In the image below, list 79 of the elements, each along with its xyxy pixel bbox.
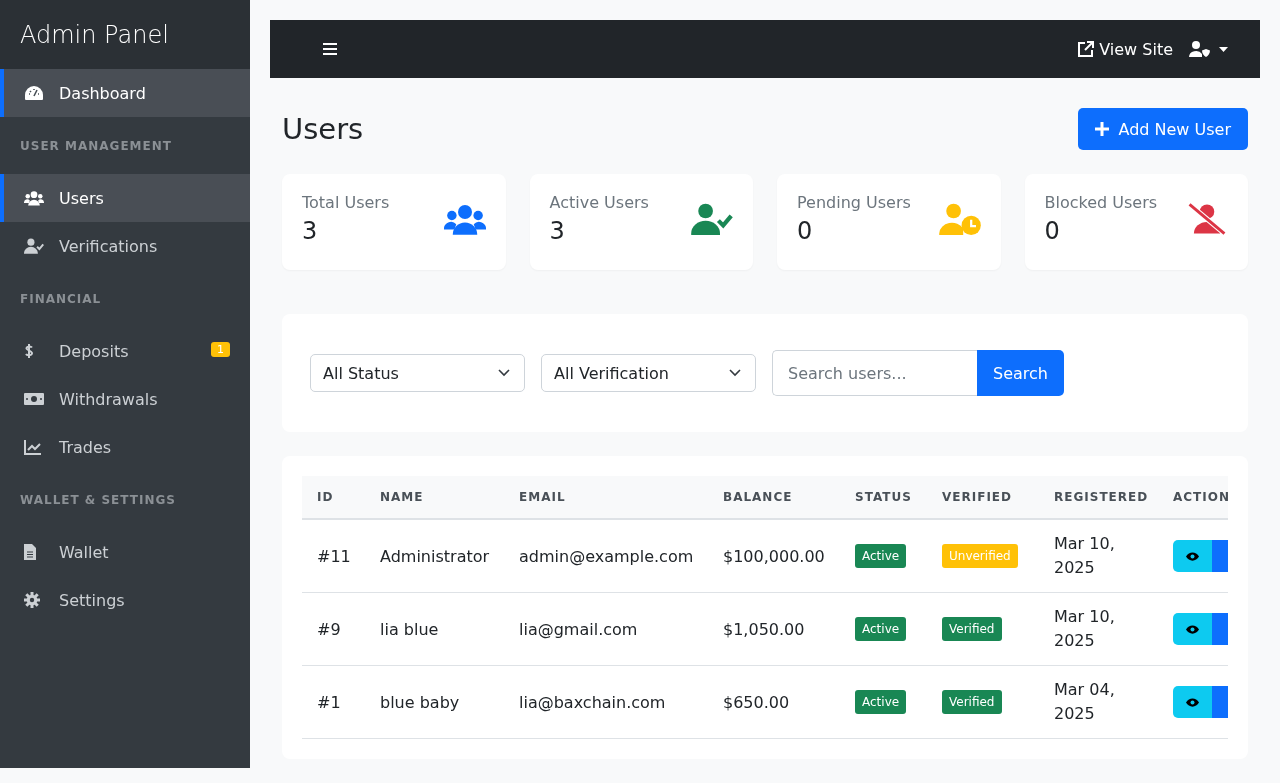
stat-label: Pending Users [797, 193, 911, 212]
column-header: STATUS [840, 476, 927, 519]
eye-icon [1186, 697, 1199, 707]
column-header: BALANCE [708, 476, 840, 519]
sidebar-item[interactable]: Withdrawals [0, 375, 250, 423]
table-cell: $650.00 [708, 665, 840, 739]
sidebar-title: Admin Panel [0, 0, 250, 69]
add-user-button[interactable]: Add New User [1078, 108, 1248, 150]
external-link-icon [1078, 41, 1095, 57]
eye-icon [1186, 624, 1199, 634]
table-cell: blue baby [365, 665, 504, 739]
view-button[interactable] [1173, 686, 1212, 718]
sidebar-item[interactable]: Settings [0, 576, 250, 624]
stat-label: Blocked Users [1044, 193, 1158, 212]
eye-icon [1186, 551, 1199, 561]
section-heading: USER MANAGEMENT [19, 137, 173, 155]
table-cell: admin@example.com [504, 519, 708, 593]
column-header: NAME [365, 476, 504, 519]
table-cell: lia@baxchain.com [504, 665, 708, 739]
column-header: REGISTERED [1039, 476, 1158, 519]
plus-icon [1095, 122, 1110, 136]
stat-label: Active Users [549, 193, 649, 212]
section-heading: WALLET & SETTINGS [19, 491, 177, 509]
table-cell: Mar 10, 2025 [1039, 519, 1158, 593]
chevron-down-icon [498, 369, 510, 377]
verification-badge: Verified [942, 690, 1002, 714]
table-cell: #11 [302, 519, 365, 593]
status-dropdown[interactable]: All Status [310, 354, 525, 392]
column-header: ID [302, 476, 365, 519]
status-badge: Active [855, 617, 907, 641]
sidebar-item[interactable]: Deposits 1 [0, 327, 250, 375]
stat-value: 0 [1044, 217, 1061, 245]
count-badge: 1 [211, 342, 230, 357]
table-cell: #9 [302, 592, 365, 666]
verification-dropdown[interactable]: All Verification [541, 354, 756, 392]
stat-label: Total Users [302, 193, 390, 212]
user-menu[interactable] [1189, 41, 1228, 57]
page-title: Users [282, 112, 364, 146]
column-header: EMAIL [504, 476, 708, 519]
table-cell: Administrator [365, 519, 504, 593]
view-button[interactable] [1173, 613, 1212, 645]
users-icon [24, 190, 44, 206]
caret-icon [1219, 46, 1228, 52]
stat-value: 3 [302, 217, 319, 245]
table-cell: #1 [302, 665, 365, 739]
column-header: ACTION [1158, 476, 1228, 519]
search-field[interactable]: Search users... [772, 350, 977, 396]
table-cell: lia@gmail.com [504, 592, 708, 666]
view-site-link[interactable]: View Site [1078, 39, 1173, 59]
sidebar-item[interactable]: Wallet [0, 528, 250, 576]
sidebar-item[interactable]: Verifications [0, 222, 250, 270]
table-cell: $1,050.00 [708, 592, 840, 666]
verification-badge: Unverified [942, 544, 1018, 568]
stat-value: 0 [797, 217, 814, 245]
table-cell: $100,000.00 [708, 519, 840, 593]
user-shield-icon [1189, 41, 1211, 57]
table-cell: Mar 10, 2025 [1039, 592, 1158, 666]
document-icon [24, 544, 36, 560]
menu-icon[interactable] [322, 42, 338, 56]
status-badge: Active [855, 544, 907, 568]
dollar-icon [24, 343, 34, 359]
section-heading: FINANCIAL [19, 290, 103, 308]
gauge-icon [24, 85, 44, 101]
table-cell: lia blue [365, 592, 504, 666]
banknote-icon [24, 392, 44, 406]
stat-value: 3 [549, 217, 566, 245]
chevron-down-icon [729, 369, 741, 377]
sidebar-item[interactable]: Users [0, 174, 250, 222]
user-check-icon [24, 238, 44, 254]
search-button[interactable]: Search [977, 350, 1064, 396]
sidebar-item[interactable]: Trades [0, 423, 250, 471]
view-button[interactable] [1173, 540, 1212, 572]
settings-icon [24, 592, 40, 608]
verification-badge: Verified [942, 617, 1002, 641]
column-header: VERIFIED [927, 476, 1039, 519]
line-chart-icon [24, 439, 42, 455]
status-badge: Active [855, 690, 907, 714]
sidebar-item[interactable]: Dashboard [0, 69, 250, 117]
table-cell: Mar 04, 2025 [1039, 665, 1158, 739]
